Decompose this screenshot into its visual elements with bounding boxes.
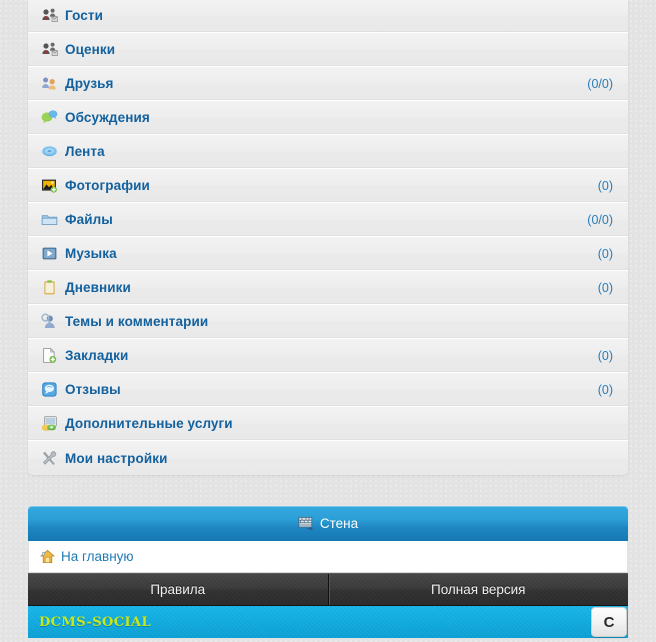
counter-button[interactable]: C: [591, 607, 627, 637]
menu-item-label: Темы и комментарии: [65, 314, 209, 329]
profile-menu-panel: Гости Оценки Друзья (0/0) Обсуждения Лен…: [28, 0, 628, 475]
menu-item-label: Друзья: [65, 76, 114, 91]
menu-item-my-settings[interactable]: Мои настройки: [28, 441, 628, 475]
music-icon: [41, 245, 58, 262]
wall-button[interactable]: Стена: [28, 506, 628, 541]
topics-comments-icon: [41, 313, 58, 330]
photos-icon: [41, 177, 58, 194]
menu-item-count: (0): [597, 246, 613, 261]
menu-item-ratings[interactable]: Оценки: [28, 33, 628, 67]
full-version-button[interactable]: Полная версия: [327, 574, 629, 605]
bookmarks-icon: [41, 347, 58, 364]
menu-item-label: Обсуждения: [65, 110, 150, 125]
menu-item-label: Файлы: [65, 212, 113, 227]
home-icon: [39, 549, 56, 564]
secondary-nav-bar: Правила Полная версия: [28, 573, 628, 606]
menu-item-label: Фотографии: [65, 178, 150, 193]
menu-item-bookmarks[interactable]: Закладки (0): [28, 339, 628, 373]
menu-item-feed[interactable]: Лента: [28, 135, 628, 169]
ratings-icon: [41, 41, 58, 58]
discussions-icon: [41, 109, 58, 126]
menu-item-guests[interactable]: Гости: [28, 0, 628, 33]
home-label: На главную: [61, 549, 134, 564]
menu-item-label: Гости: [65, 8, 103, 23]
menu-item-label: Лента: [65, 144, 105, 159]
menu-item-count: (0): [597, 280, 613, 295]
files-icon: [41, 211, 58, 228]
bottom-block: Стена На главную Правила Полная версия D…: [28, 506, 628, 638]
feed-icon: [41, 143, 58, 160]
footer-bar: DCMS-SOCIAL C: [28, 606, 628, 638]
rules-button[interactable]: Правила: [28, 574, 328, 605]
menu-item-count: (0/0): [587, 76, 613, 91]
home-link-row[interactable]: На главную: [28, 541, 628, 573]
diaries-icon: [41, 279, 58, 296]
mobile-profile-page: Гости Оценки Друзья (0/0) Обсуждения Лен…: [0, 0, 656, 642]
menu-item-label: Оценки: [65, 42, 116, 57]
menu-item-label: Дневники: [65, 280, 131, 295]
guests-icon: [41, 7, 58, 24]
reviews-icon: [41, 381, 58, 398]
menu-item-label: Отзывы: [65, 382, 121, 397]
site-brand[interactable]: DCMS-SOCIAL: [39, 615, 151, 630]
rules-label: Правила: [150, 582, 206, 597]
menu-item-music[interactable]: Музыка (0): [28, 237, 628, 271]
menu-item-count: (0): [597, 348, 613, 363]
menu-item-topics-comments[interactable]: Темы и комментарии: [28, 305, 628, 339]
menu-item-photos[interactable]: Фотографии (0): [28, 169, 628, 203]
menu-item-label: Закладки: [65, 348, 129, 363]
menu-item-count: (0): [597, 178, 613, 193]
extra-services-icon: [41, 415, 58, 432]
menu-item-label: Мои настройки: [65, 450, 168, 466]
wall-icon: [298, 516, 314, 531]
menu-item-label: Музыка: [65, 246, 117, 261]
menu-item-friends[interactable]: Друзья (0/0): [28, 67, 628, 101]
menu-item-files[interactable]: Файлы (0/0): [28, 203, 628, 237]
full-version-label: Полная версия: [431, 582, 526, 597]
menu-item-discussions[interactable]: Обсуждения: [28, 101, 628, 135]
wall-label: Стена: [319, 516, 359, 531]
menu-item-count: (0): [597, 382, 613, 397]
friends-icon: [41, 75, 58, 92]
menu-item-label: Дополнительные услуги: [65, 416, 233, 431]
menu-item-count: (0/0): [587, 212, 613, 227]
my-settings-icon: [41, 450, 58, 467]
menu-item-diaries[interactable]: Дневники (0): [28, 271, 628, 305]
menu-item-reviews[interactable]: Отзывы (0): [28, 373, 628, 407]
menu-item-extra-services[interactable]: Дополнительные услуги: [28, 407, 628, 441]
